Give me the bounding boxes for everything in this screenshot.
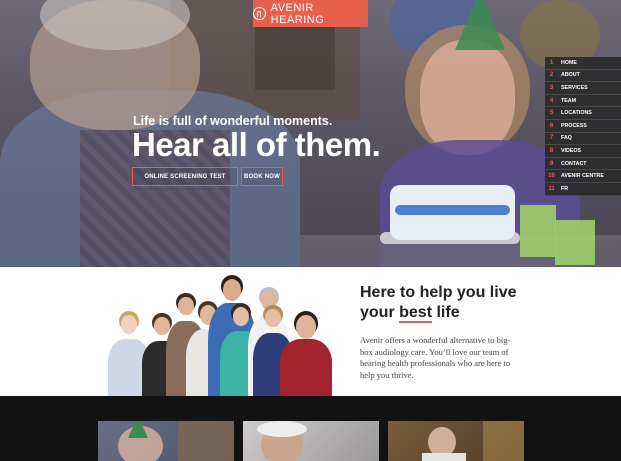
cake-frosting [395, 205, 510, 215]
man-shirt-image [422, 453, 466, 461]
nav-item-label: CONTACT [561, 160, 587, 167]
team-member-face [154, 317, 170, 336]
nav-item-label: TEAM [561, 97, 577, 104]
nav-item-team[interactable]: 4 TEAM [545, 94, 621, 108]
nav-item-number: 8 [549, 147, 554, 154]
nav-item-label: FR [561, 185, 569, 192]
nav-item-label: ABOUT [561, 72, 580, 79]
online-screening-test-button[interactable]: ONLINE SCREENING TEST [132, 167, 238, 186]
about-heading-line1: Here to help you live [360, 284, 517, 301]
site-logo[interactable]: AVENIR HEARING [253, 0, 368, 27]
nav-item-number: 5 [549, 110, 554, 117]
nav-item-label: FAQ [561, 135, 572, 142]
man-hair-image [257, 421, 307, 437]
nav-item-label: SERVICES [561, 84, 588, 91]
team-photo [108, 275, 343, 396]
team-member-face [222, 279, 242, 301]
nav-item-label: AVENIR CENTRE [561, 173, 604, 180]
team-member-face [233, 307, 249, 327]
nav-item-fr[interactable]: 11 FR [545, 182, 621, 196]
about-heading-post: life [432, 304, 460, 321]
team-member-face [178, 297, 194, 316]
nav-item-about[interactable]: 2 ABOUT [545, 69, 621, 83]
nav-item-locations[interactable]: 5 LOCATIONS [545, 107, 621, 120]
nav-item-contact[interactable]: 9 CONTACT [545, 157, 621, 171]
side-navigation: 1 HOME 2 ABOUT 3 SERVICES 4 TEAM 5 LOCATIONS 6 PROC… [545, 57, 621, 196]
nav-item-number: 9 [549, 160, 554, 167]
nav-item-process[interactable]: 6 PROCESS [545, 119, 621, 133]
nav-item-number: 4 [549, 97, 554, 104]
nav-item-faq[interactable]: 7 FAQ [545, 132, 621, 146]
logo-text: AVENIR HEARING [270, 1, 325, 26]
team-member-face [296, 315, 316, 339]
nav-item-number: 1 [549, 59, 554, 66]
hero-banner: AVENIR HEARING Life is full of wonderful… [0, 0, 621, 267]
nav-item-label: LOCATIONS [561, 110, 592, 117]
nav-item-number: 2 [549, 72, 554, 79]
video-thumbnail[interactable] [243, 421, 379, 461]
about-heading-highlight: best [399, 304, 433, 323]
cup-image [520, 205, 556, 257]
girl-face [420, 40, 515, 155]
cup-image [555, 220, 595, 265]
party-hat-image [128, 421, 148, 438]
nav-item-number: 6 [549, 122, 554, 129]
ear-logo-icon [253, 7, 266, 20]
nav-item-avenir-centre[interactable]: 10 AVENIR CENTRE [545, 170, 621, 183]
about-section: Here to help you live your best life Ave… [0, 267, 621, 396]
about-heading-pre: your [360, 304, 400, 321]
nav-item-label: VIDEOS [561, 147, 582, 154]
nav-item-number: 10 [548, 173, 555, 180]
videos-section [0, 396, 621, 461]
nav-item-number: 7 [549, 135, 554, 142]
nav-item-label: HOME [561, 59, 577, 66]
party-hat-image [455, 0, 505, 50]
nav-item-number: 11 [548, 185, 555, 192]
nav-item-videos[interactable]: 8 VIDEOS [545, 145, 621, 158]
nav-item-home[interactable]: 1 HOME [545, 57, 621, 70]
video-thumbnail[interactable] [388, 421, 524, 461]
video-thumbnail[interactable] [98, 421, 234, 461]
team-member-face [121, 315, 137, 335]
nav-item-number: 3 [549, 84, 554, 91]
nav-item-services[interactable]: 3 SERVICES [545, 82, 621, 95]
about-body-text: Avenir offers a wonderful alternative to… [360, 335, 511, 380]
hero-headline: Hear all of them. [132, 126, 381, 163]
team-member-face [265, 309, 281, 328]
team-member-body [280, 339, 332, 396]
book-now-button[interactable]: BOOK NOW [241, 167, 283, 186]
shelf-image [178, 421, 234, 461]
about-heading: Here to help you live your best life [360, 283, 516, 323]
nav-item-label: PROCESS [561, 122, 587, 129]
background-image [483, 421, 524, 461]
